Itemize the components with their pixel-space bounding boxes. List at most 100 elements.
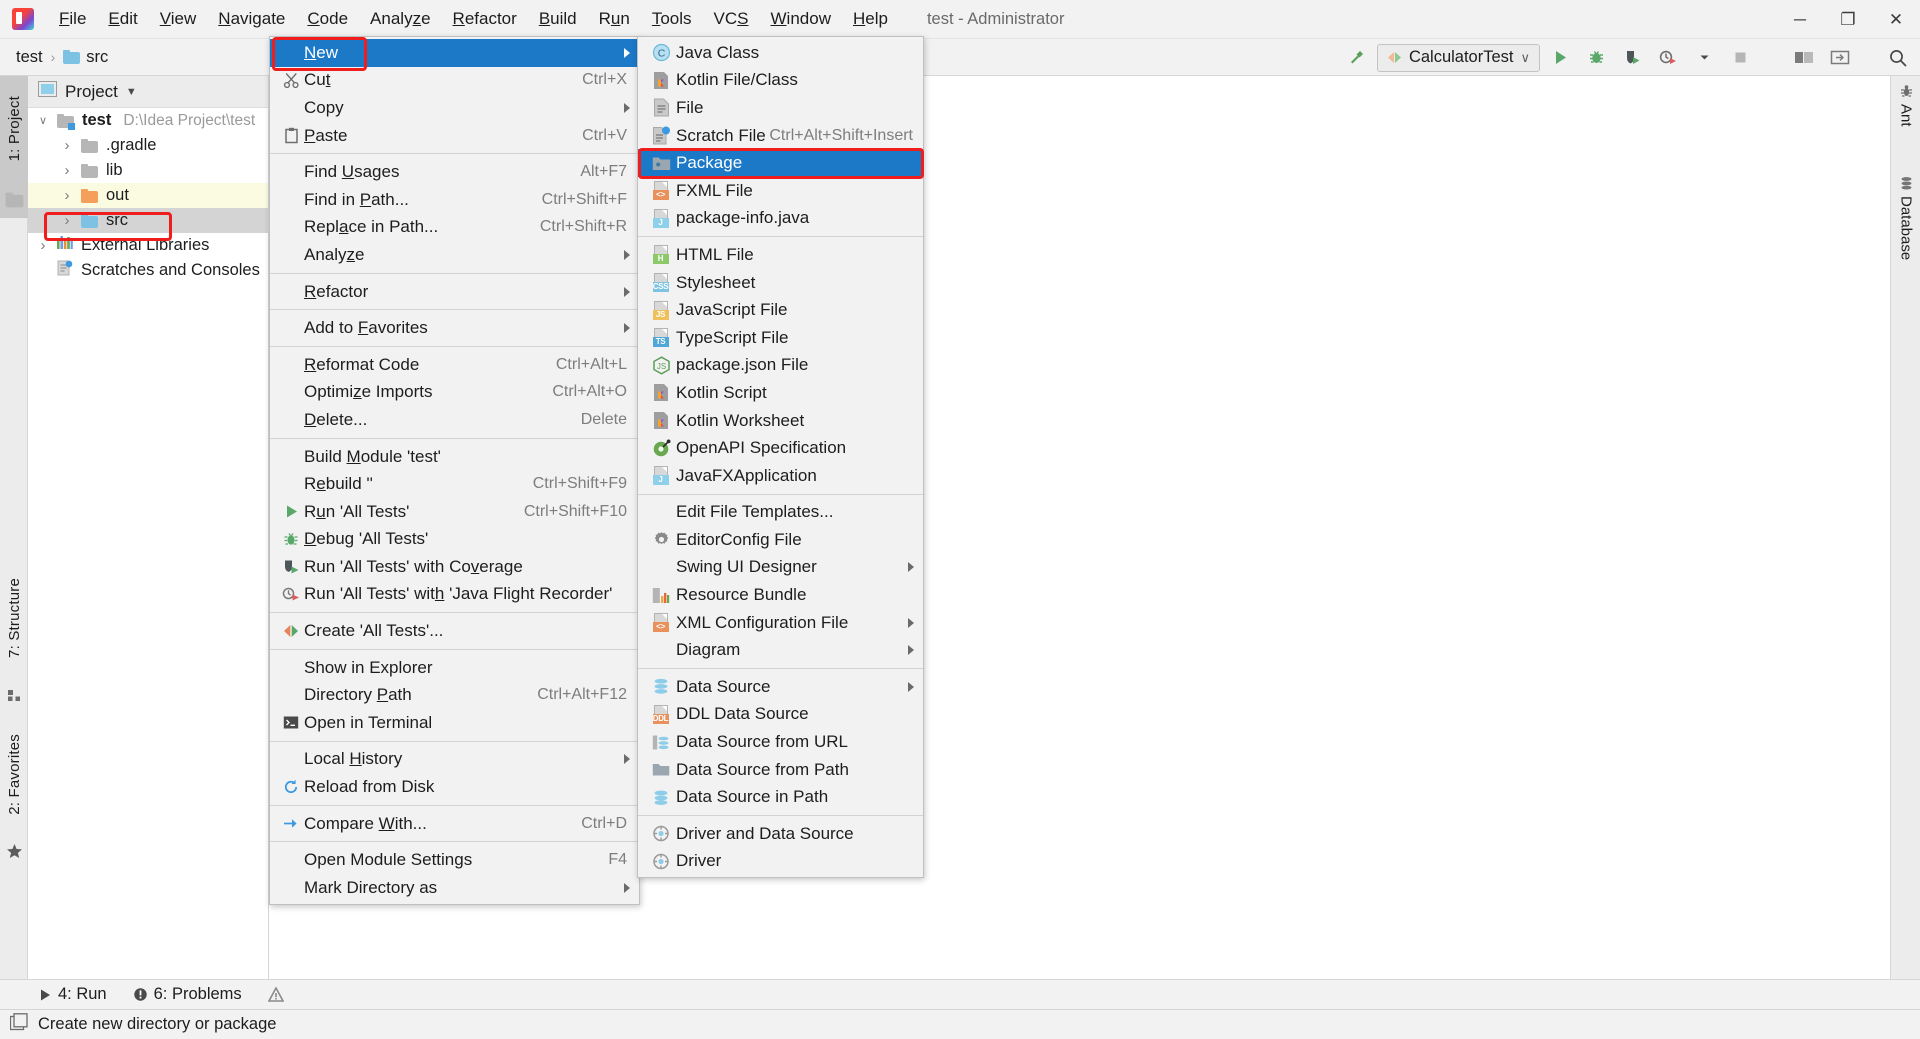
minimize-button[interactable]: ─ [1776,0,1824,39]
new-submenu-item-driver[interactable]: Driver [638,848,923,876]
context-menu-item-mark-directory-as[interactable]: Mark Directory as [270,874,639,902]
new-submenu-item-data-source-from-url[interactable]: Data Source from URL [638,728,923,756]
new-submenu-item-xml-configuration-file[interactable]: <> XML Configuration File [638,609,923,637]
chevron-right-icon[interactable]: › [58,212,76,229]
context-menu-item-reload-from-disk[interactable]: Reload from Disk [270,773,639,801]
tool-window-run[interactable]: 4: Run [38,985,107,1004]
tree-node-scratchesandconsoles[interactable]: Scratches and Consoles [28,258,268,283]
search-icon[interactable] [1882,43,1914,73]
context-menu-item-run-all-tests-with-coverage[interactable]: Run 'All Tests' with Coverage [270,553,639,581]
context-menu-item-build-module-test[interactable]: Build Module 'test' [270,443,639,471]
new-submenu-item-html-file[interactable]: H HTML File [638,241,923,269]
sidebar-item-ant[interactable]: Ant [1891,84,1920,127]
new-submenu-item-driver-and-data-source[interactable]: Driver and Data Source [638,820,923,848]
close-button[interactable]: ✕ [1872,0,1920,39]
new-submenu-item-data-source[interactable]: Data Source [638,673,923,701]
menu-item-run[interactable]: Run [588,5,641,33]
new-submenu-item-kotlin-file-class[interactable]: Kotlin File/Class [638,67,923,95]
new-submenu-item-kotlin-worksheet[interactable]: Kotlin Worksheet [638,407,923,435]
menu-item-code[interactable]: Code [296,5,359,33]
chevron-down-icon[interactable]: ∨ [34,114,52,127]
new-submenu-item-package[interactable]: Package [638,149,923,177]
context-menu-item-compare-with[interactable]: Compare With... Ctrl+D [270,810,639,838]
new-submenu-item-package-info-java[interactable]: Jpackage-info.java [638,205,923,233]
sidebar-item-project[interactable]: 1: Project [0,76,28,182]
new-submenu-item-edit-file-templates[interactable]: Edit File Templates... [638,499,923,527]
context-menu-item-debug-all-tests[interactable]: Debug 'All Tests' [270,526,639,554]
context-menu-item-find-usages[interactable]: Find Usages Alt+F7 [270,158,639,186]
tree-node-out[interactable]: › out [28,183,268,208]
new-submenu-item-editorconfig-file[interactable]: EditorConfig File [638,526,923,554]
debug-icon[interactable] [1580,43,1612,73]
run-with-profiler-icon[interactable] [1652,43,1684,73]
context-menu-item-open-in-terminal[interactable]: Open in Terminal [270,709,639,737]
new-submenu-item-openapi-specification[interactable]: OpenAPI Specification [638,434,923,462]
context-menu-item-replace-in-path[interactable]: Replace in Path... Ctrl+Shift+R [270,214,639,242]
sidebar-item-favorites[interactable]: 2: Favorites [0,712,28,836]
context-menu-item-paste[interactable]: Paste Ctrl+V [270,122,639,150]
new-submenu-item-javafxapplication[interactable]: J JavaFXApplication [638,462,923,490]
context-menu-item-rebuild-default[interactable]: Rebuild '' Ctrl+Shift+F9 [270,470,639,498]
new-submenu-item-package-json-file[interactable]: JS package.json File [638,352,923,380]
context-menu-item-cut[interactable]: Cut Ctrl+X [270,67,639,95]
context-menu-item-run-all-tests[interactable]: Run 'All Tests' Ctrl+Shift+F10 [270,498,639,526]
stop-icon[interactable] [1724,43,1756,73]
chevron-right-icon[interactable]: › [34,237,52,254]
new-submenu-item-file[interactable]: File [638,94,923,122]
new-submenu-item-java-class[interactable]: C Java Class [638,39,923,67]
menu-item-help[interactable]: Help [842,5,899,33]
context-menu-item-new[interactable]: New [270,39,639,67]
sdk-settings-icon[interactable] [1824,43,1856,73]
sidebar-item-structure[interactable]: 7: Structure [0,556,28,680]
context-menu-item-copy[interactable]: Copy [270,94,639,122]
context-menu-item-refactor[interactable]: Refactor [270,278,639,306]
context-menu-item-add-to-favorites[interactable]: Add to Favorites [270,314,639,342]
menu-item-file[interactable]: File [48,5,97,33]
context-menu-item-directory-path[interactable]: Directory Path Ctrl+Alt+F12 [270,681,639,709]
new-submenu-item-stylesheet[interactable]: CSS Stylesheet [638,269,923,297]
new-submenu-item-resource-bundle[interactable]: Resource Bundle [638,581,923,609]
maximize-button[interactable]: ❐ [1824,0,1872,39]
chevron-right-icon[interactable]: › [58,137,76,154]
menu-item-analyze[interactable]: Analyze [359,5,442,33]
context-menu-item-optimize-imports[interactable]: Optimize Imports Ctrl+Alt+O [270,379,639,407]
new-submenu-item-ddl-data-source[interactable]: DDL DDL Data Source [638,701,923,729]
menu-item-vcs[interactable]: VCS [703,5,760,33]
sidebar-item-database[interactable]: Database [1891,176,1920,260]
context-menu-item-reformat-code[interactable]: Reformat Code Ctrl+Alt+L [270,351,639,379]
tree-node-externallibraries[interactable]: › External Libraries [28,233,268,258]
menu-item-refactor[interactable]: Refactor [442,5,528,33]
context-menu-item-analyze[interactable]: Analyze [270,241,639,269]
menu-item-build[interactable]: Build [528,5,588,33]
chevron-right-icon[interactable]: › [58,162,76,179]
context-menu-item-local-history[interactable]: Local History [270,746,639,774]
new-submenu-item-swing-ui-designer[interactable]: Swing UI Designer [638,554,923,582]
context-menu-item-show-in-explorer[interactable]: Show in Explorer [270,654,639,682]
menu-item-view[interactable]: View [149,5,208,33]
run-with-coverage-icon[interactable] [1616,43,1648,73]
menu-item-edit[interactable]: Edit [97,5,148,33]
menu-item-tools[interactable]: Tools [641,5,703,33]
new-submenu-item-fxml-file[interactable]: <> FXML File [638,177,923,205]
new-submenu-item-javascript-file[interactable]: JS JavaScript File [638,296,923,324]
context-menu-item-delete[interactable]: Delete... Delete [270,406,639,434]
breadcrumb-item-src[interactable]: src [57,48,114,67]
chevron-right-icon[interactable]: › [58,187,76,204]
tree-node-lib[interactable]: › lib [28,158,268,183]
context-menu-item-find-in-path[interactable]: Find in Path... Ctrl+Shift+F [270,186,639,214]
tool-window-problems[interactable]: 6: Problems [133,985,242,1004]
warning-icon[interactable] [267,987,284,1002]
new-submenu-item-scratch-file[interactable]: Scratch File Ctrl+Alt+Shift+Insert [638,122,923,150]
tree-node-gradle[interactable]: › .gradle [28,133,268,158]
new-submenu-item-data-source-from-path[interactable]: Data Source from Path [638,756,923,784]
new-submenu-item-kotlin-script[interactable]: Kotlin Script [638,379,923,407]
run-icon[interactable] [1544,43,1576,73]
tree-node-src[interactable]: › src [28,208,268,233]
hammer-icon[interactable] [1341,43,1373,73]
context-menu-item-open-module-settings[interactable]: Open Module Settings F4 [270,846,639,874]
context-menu-item-create-all-tests[interactable]: Create 'All Tests'... [270,617,639,645]
menu-item-window[interactable]: Window [760,5,842,33]
new-submenu-item-diagram[interactable]: Diagram [638,636,923,664]
new-submenu-item-data-source-in-path[interactable]: Data Source in Path [638,783,923,811]
chevron-down-icon[interactable] [1688,43,1720,73]
